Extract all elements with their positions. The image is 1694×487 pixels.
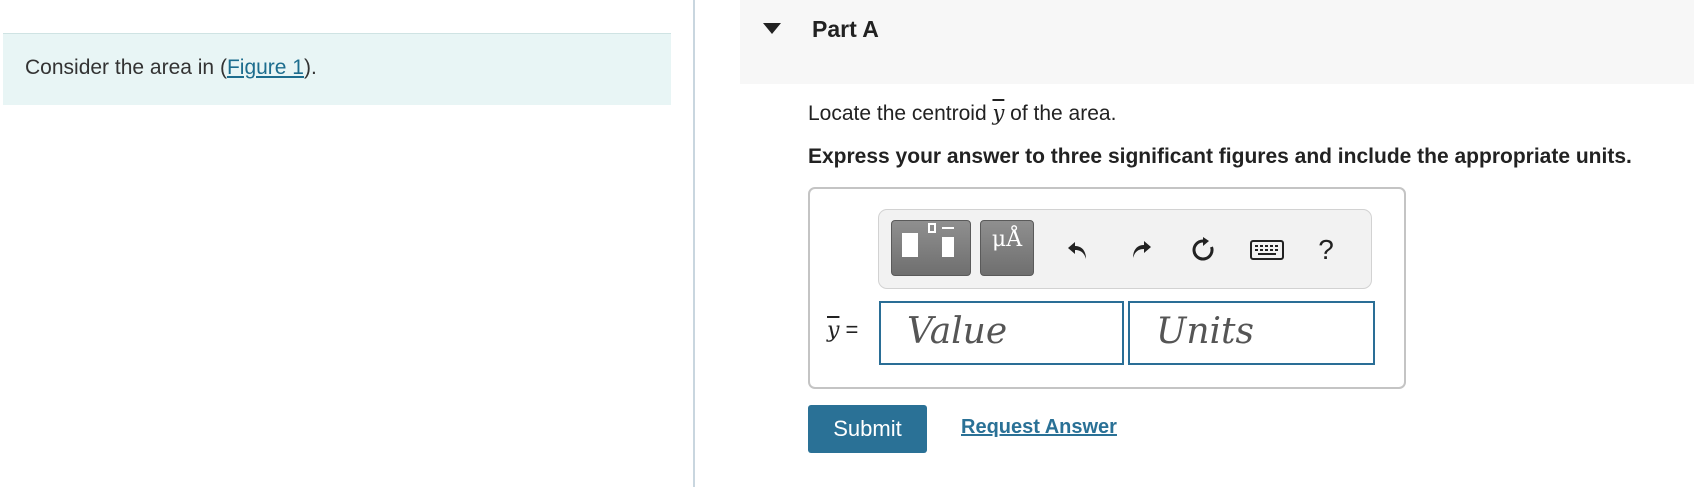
answer-instruction: Express your answer to three significant… (808, 145, 1632, 168)
question-text-after: of the area. (1004, 102, 1117, 125)
math-toolbar: μÅ ? (878, 209, 1372, 289)
question-variable: y (992, 101, 1005, 125)
help-icon[interactable]: ? (1308, 232, 1344, 268)
submit-button[interactable]: Submit (808, 405, 927, 453)
panel-divider (693, 0, 695, 487)
help-glyph: ? (1318, 234, 1334, 265)
question-text-before: Locate the centroid (808, 102, 993, 125)
problem-intro: Consider the area in (Figure 1). (3, 33, 671, 105)
value-input[interactable]: Value (879, 301, 1124, 365)
units-input[interactable]: Units (1128, 301, 1375, 365)
units-glyph: μÅ (991, 227, 1023, 252)
question-text: Locate the centroid y of the area. (808, 101, 1116, 126)
intro-text-after: ). (304, 56, 317, 79)
units-button[interactable]: μÅ (980, 220, 1034, 276)
part-header: Part A (740, 0, 1694, 84)
intro-text-before: Consider the area in ( (25, 56, 227, 79)
collapse-caret-icon[interactable] (763, 23, 781, 34)
answer-box: μÅ ? y = Value Units (808, 187, 1406, 389)
undo-icon[interactable] (1060, 232, 1096, 268)
redo-icon[interactable] (1123, 232, 1159, 268)
answer-label: y = (827, 317, 858, 343)
figure-link[interactable]: Figure 1 (227, 56, 304, 79)
answer-label-eq: = (839, 317, 859, 342)
left-panel: Consider the area in (Figure 1). (0, 0, 693, 487)
reset-icon[interactable] (1185, 232, 1221, 268)
answer-label-var: y (827, 318, 840, 343)
part-title: Part A (812, 16, 879, 42)
templates-button[interactable] (891, 220, 971, 276)
request-answer-link[interactable]: Request Answer (961, 416, 1117, 439)
keyboard-icon[interactable] (1249, 232, 1285, 268)
